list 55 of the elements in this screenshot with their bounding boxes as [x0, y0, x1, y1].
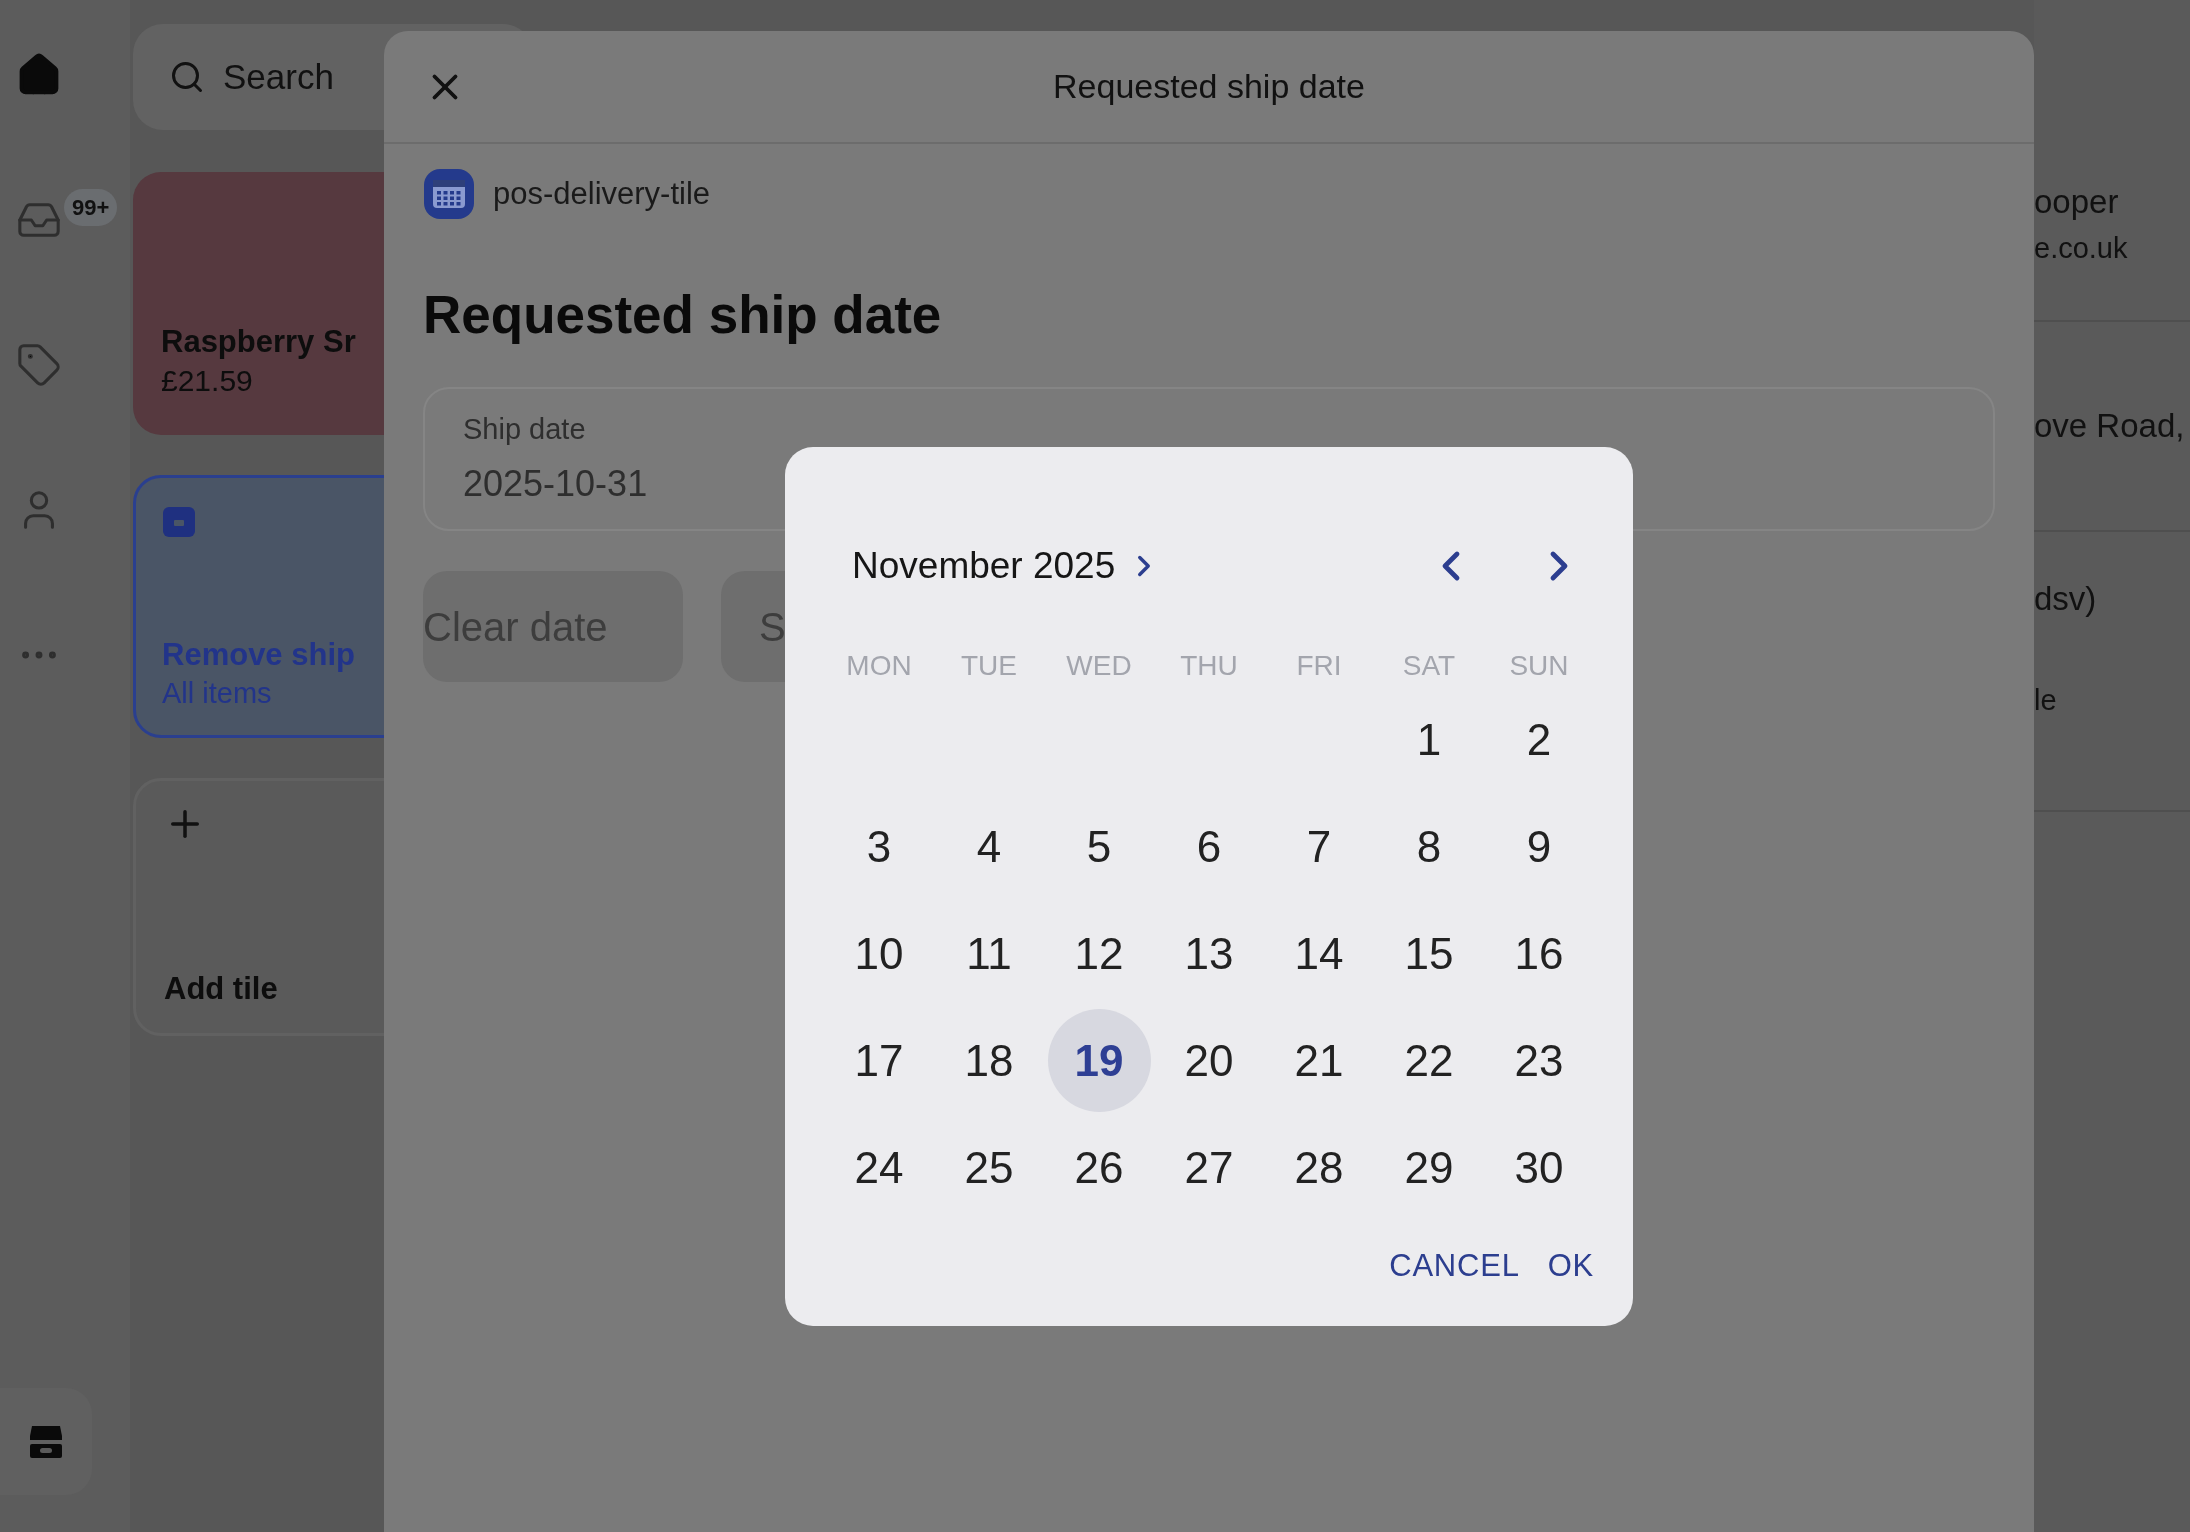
day-cell[interactable]: 25: [937, 1116, 1041, 1219]
customer-detail: dsv): [2034, 579, 2097, 619]
day-cell[interactable]: 21: [1267, 1009, 1371, 1112]
day-cell[interactable]: 15: [1377, 902, 1481, 1005]
weekday-label: SAT: [1401, 649, 1457, 683]
day-cell[interactable]: 10: [827, 902, 931, 1005]
cancel-button[interactable]: CANCEL: [1389, 1241, 1520, 1291]
day-cell[interactable]: 7: [1267, 795, 1371, 898]
day-cell[interactable]: 12: [1047, 902, 1151, 1005]
day-cell[interactable]: 23: [1487, 1009, 1591, 1112]
weekday-label: THU: [1179, 649, 1239, 683]
search-icon: [169, 59, 205, 95]
day-cell[interactable]: 22: [1377, 1009, 1481, 1112]
day-cell[interactable]: 4: [937, 795, 1041, 898]
box-icon: [162, 506, 196, 538]
day-cell[interactable]: 29: [1377, 1116, 1481, 1219]
day-cell[interactable]: 13: [1157, 902, 1261, 1005]
month-year-selector[interactable]: November 2025: [852, 538, 1162, 594]
day-cell[interactable]: 24: [827, 1116, 931, 1219]
day-cell[interactable]: 9: [1487, 795, 1591, 898]
customer-detail: ooper: [2034, 182, 2119, 222]
store-button[interactable]: [0, 1388, 92, 1495]
day-cell[interactable]: 5: [1047, 795, 1151, 898]
day-cell[interactable]: 18: [937, 1009, 1041, 1112]
day-cell[interactable]: 8: [1377, 795, 1481, 898]
day-cell[interactable]: 3: [827, 795, 931, 898]
ok-button[interactable]: OK: [1547, 1241, 1594, 1291]
customer-detail: le: [2034, 682, 2057, 718]
tile-title: Raspberry Sr: [161, 322, 356, 361]
tile-price: £21.59: [161, 362, 253, 399]
weekday-label: WED: [1065, 649, 1133, 683]
day-cell[interactable]: 11: [937, 902, 1041, 1005]
modal-title: Requested ship date: [1053, 66, 1365, 107]
day-cell[interactable]: 28: [1267, 1116, 1371, 1219]
day-cell[interactable]: 27: [1157, 1116, 1261, 1219]
weekday-label: FRI: [1295, 649, 1343, 683]
day-cell[interactable]: 6: [1157, 795, 1261, 898]
day-cell[interactable]: 16: [1487, 902, 1591, 1005]
tile-title: Add tile: [164, 970, 279, 1009]
customer-detail: ove Road,: [2034, 406, 2185, 447]
weekday-label: MON: [845, 649, 913, 683]
day-cell[interactable]: 20: [1157, 1009, 1261, 1112]
tag-icon[interactable]: [16, 342, 62, 388]
day-cell[interactable]: 19: [1047, 1009, 1151, 1112]
calendar-app-icon: [423, 168, 475, 220]
weekday-label: SUN: [1508, 649, 1570, 683]
day-cell[interactable]: 14: [1267, 902, 1371, 1005]
day-cell[interactable]: 26: [1047, 1116, 1151, 1219]
weekday-label: TUE: [960, 649, 1018, 683]
day-cell[interactable]: 1: [1377, 688, 1481, 791]
count-badge: 99+: [64, 189, 118, 226]
day-cell[interactable]: 30: [1487, 1116, 1591, 1219]
day-cell[interactable]: 17: [827, 1009, 931, 1112]
customer-detail: e.co.uk: [2034, 230, 2128, 266]
day-cell[interactable]: 2: [1487, 688, 1591, 791]
